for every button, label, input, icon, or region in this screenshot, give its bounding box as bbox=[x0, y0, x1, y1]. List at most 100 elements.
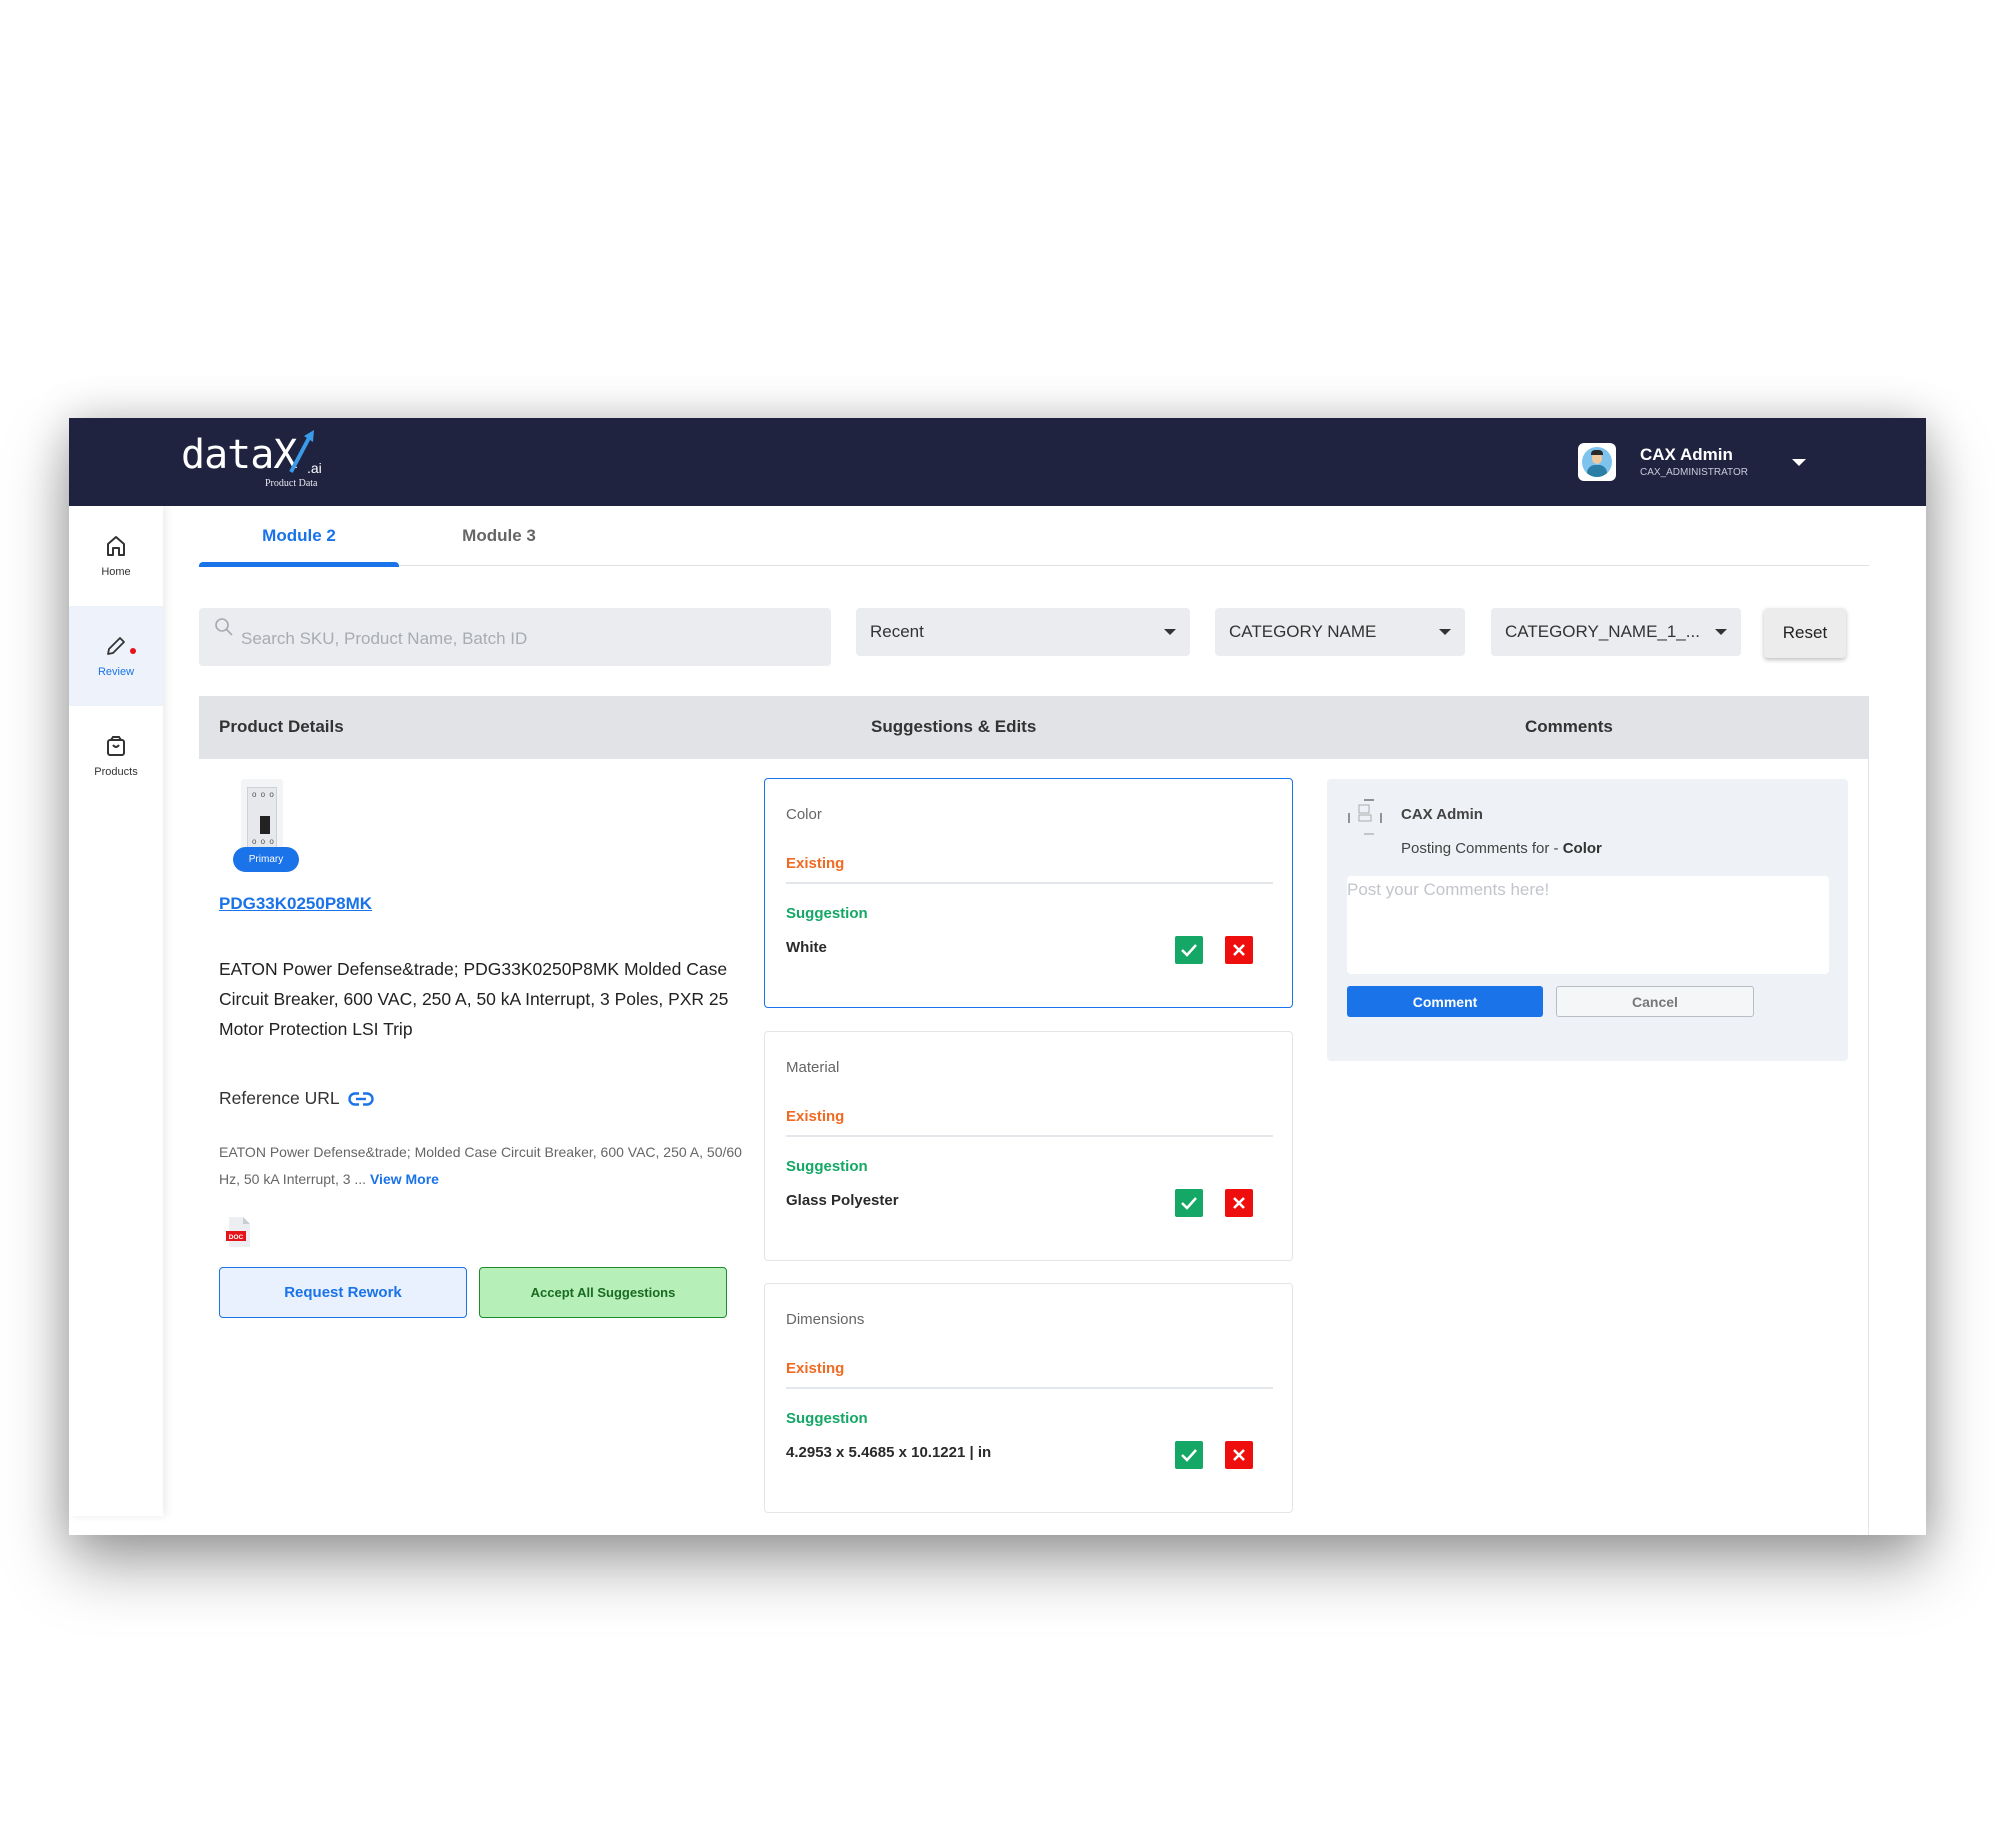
user-menu[interactable]: CAX Admin CAX_ADMINISTRATOR bbox=[1578, 440, 1806, 484]
select-value: CATEGORY NAME bbox=[1229, 622, 1377, 641]
suggestion-label: Suggestion bbox=[786, 1158, 868, 1175]
attribute-name: Dimensions bbox=[786, 1311, 865, 1328]
notification-dot bbox=[130, 648, 136, 654]
logo-text: data bbox=[181, 432, 274, 478]
reject-x-icon[interactable] bbox=[1225, 1189, 1253, 1217]
suggestion-card-color[interactable]: Color Existing Suggestion White bbox=[764, 778, 1293, 1008]
divider bbox=[786, 1135, 1273, 1137]
top-bar: dataX .ai Product Data CAX Admin CAX_ADM… bbox=[69, 418, 1926, 506]
logo-wordmark: dataX bbox=[181, 432, 297, 478]
column-header-suggestions: Suggestions & Edits bbox=[871, 717, 1037, 736]
divider bbox=[786, 1387, 1273, 1389]
svg-text:DOC: DOC bbox=[229, 1234, 244, 1241]
user-role: CAX_ADMINISTRATOR bbox=[1640, 467, 1748, 478]
existing-label: Existing bbox=[786, 1108, 845, 1125]
reset-button[interactable]: Reset bbox=[1764, 608, 1846, 658]
reject-x-icon[interactable] bbox=[1225, 1441, 1253, 1469]
caret-down-icon bbox=[1439, 629, 1451, 635]
category-select[interactable]: CATEGORY NAME bbox=[1215, 608, 1465, 656]
accept-all-suggestions-button[interactable]: Accept All Suggestions bbox=[479, 1267, 727, 1318]
avatar[interactable] bbox=[1578, 443, 1616, 481]
sku-link[interactable]: PDG33K0250P8MK bbox=[219, 894, 372, 914]
suggestion-label: Suggestion bbox=[786, 905, 868, 922]
suggestion-value: Glass Polyester bbox=[786, 1192, 899, 1209]
comment-posting-for: Posting Comments for - Color bbox=[1401, 840, 1602, 857]
subcategory-select[interactable]: CATEGORY_NAME_1_... bbox=[1491, 608, 1741, 656]
suggestion-value: White bbox=[786, 939, 827, 956]
sidebar-item-home[interactable]: Home bbox=[69, 506, 163, 606]
view-more-link[interactable]: View More bbox=[370, 1171, 439, 1187]
search-input[interactable] bbox=[241, 624, 811, 654]
app-window: dataX .ai Product Data CAX Admin CAX_ADM… bbox=[69, 418, 1926, 1535]
home-icon bbox=[107, 536, 125, 556]
select-value: CATEGORY_NAME_1_... bbox=[1505, 622, 1700, 641]
grid-header: Product Details Suggestions & Edits Comm… bbox=[199, 696, 1869, 759]
chevron-down-icon[interactable] bbox=[1792, 458, 1806, 466]
posting-attribute: Color bbox=[1562, 840, 1602, 857]
comment-avatar-icon bbox=[1348, 799, 1382, 835]
sidebar-item-label: Products bbox=[94, 766, 138, 778]
accept-check-icon[interactable] bbox=[1175, 1441, 1203, 1469]
user-name: CAX Admin bbox=[1640, 445, 1733, 464]
posting-prefix: Posting Comments for - bbox=[1401, 840, 1563, 857]
suggestion-card-dimensions[interactable]: Dimensions Existing Suggestion 4.2953 x … bbox=[764, 1283, 1293, 1513]
description-text: EATON Power Defense&trade; Molded Case C… bbox=[219, 1144, 742, 1187]
sidebar-item-label: Review bbox=[97, 666, 135, 678]
primary-badge: Primary bbox=[233, 847, 299, 872]
logo[interactable]: dataX .ai Product Data bbox=[181, 430, 341, 496]
search-box[interactable] bbox=[199, 608, 831, 666]
suggestion-value: 4.2953 x 5.4685 x 10.1221 | in bbox=[786, 1444, 992, 1461]
attribute-name: Material bbox=[786, 1059, 840, 1076]
caret-down-icon bbox=[1715, 629, 1727, 635]
column-header-product: Product Details bbox=[219, 717, 344, 736]
accept-check-icon[interactable] bbox=[1175, 1189, 1203, 1217]
shopping-bag-icon bbox=[107, 736, 125, 756]
suggestions-list: Color Existing Suggestion White Material… bbox=[764, 759, 1294, 1535]
comments-panel: CAX Admin Posting Comments for - Color C… bbox=[1327, 779, 1848, 1061]
link-icon[interactable] bbox=[347, 1091, 374, 1106]
caret-down-icon bbox=[1164, 629, 1176, 635]
user-info: CAX Admin CAX_ADMINISTRATOR bbox=[1640, 444, 1770, 480]
search-icon bbox=[215, 618, 233, 636]
divider bbox=[786, 882, 1273, 884]
attribute-name: Color bbox=[786, 806, 822, 823]
sidebar-item-review[interactable]: Review bbox=[69, 606, 163, 706]
circuit-breaker-image: o o o o o o bbox=[247, 787, 277, 849]
reject-x-icon[interactable] bbox=[1225, 936, 1253, 964]
product-details: o o o o o o Primary PDG33K0250P8MK EATON… bbox=[219, 759, 742, 1519]
suggestion-label: Suggestion bbox=[786, 1410, 868, 1427]
tab-module-2[interactable]: Module 2 bbox=[199, 506, 399, 567]
main-content: Module 2 Module 3 Recent CATEGORY NAME bbox=[199, 506, 1869, 1535]
user-avatar-icon bbox=[1582, 447, 1612, 477]
comment-input[interactable] bbox=[1347, 876, 1829, 974]
tab-label: Module 2 bbox=[262, 526, 336, 545]
tab-label: Module 3 bbox=[462, 526, 536, 545]
comment-button[interactable]: Comment bbox=[1347, 986, 1543, 1017]
comment-user-name: CAX Admin bbox=[1401, 806, 1483, 823]
existing-label: Existing bbox=[786, 1360, 845, 1377]
sidebar-item-products[interactable]: Products bbox=[69, 706, 163, 806]
sidebar: Home Review Products bbox=[69, 506, 163, 1516]
filter-bar: Recent CATEGORY NAME CATEGORY_NAME_1_...… bbox=[199, 608, 1869, 668]
reference-url: Reference URL bbox=[219, 1088, 374, 1109]
cancel-button[interactable]: Cancel bbox=[1556, 986, 1754, 1017]
request-rework-button[interactable]: Request Rework bbox=[219, 1267, 467, 1318]
sort-select[interactable]: Recent bbox=[856, 608, 1190, 656]
tab-module-3[interactable]: Module 3 bbox=[399, 506, 599, 566]
logo-suffix: .ai bbox=[307, 460, 322, 476]
existing-label: Existing bbox=[786, 855, 845, 872]
select-value: Recent bbox=[870, 622, 924, 641]
product-title: EATON Power Defense&trade; PDG33K0250P8M… bbox=[219, 959, 729, 1039]
grid-border bbox=[1868, 759, 1869, 1535]
reference-url-label: Reference URL bbox=[219, 1088, 340, 1108]
pencil-icon-wrap bbox=[104, 634, 136, 658]
product-description: EATON Power Defense&trade; Molded Case C… bbox=[219, 1139, 749, 1193]
logo-tagline: Product Data bbox=[265, 478, 318, 489]
suggestion-card-material[interactable]: Material Existing Suggestion Glass Polye… bbox=[764, 1031, 1293, 1261]
sidebar-item-label: Home bbox=[101, 566, 131, 578]
column-header-comments: Comments bbox=[1525, 717, 1613, 736]
accept-check-icon[interactable] bbox=[1175, 936, 1203, 964]
pencil-icon bbox=[107, 637, 125, 655]
module-tabs: Module 2 Module 3 bbox=[199, 506, 1869, 567]
doc-file-icon[interactable]: DOC bbox=[226, 1217, 250, 1247]
